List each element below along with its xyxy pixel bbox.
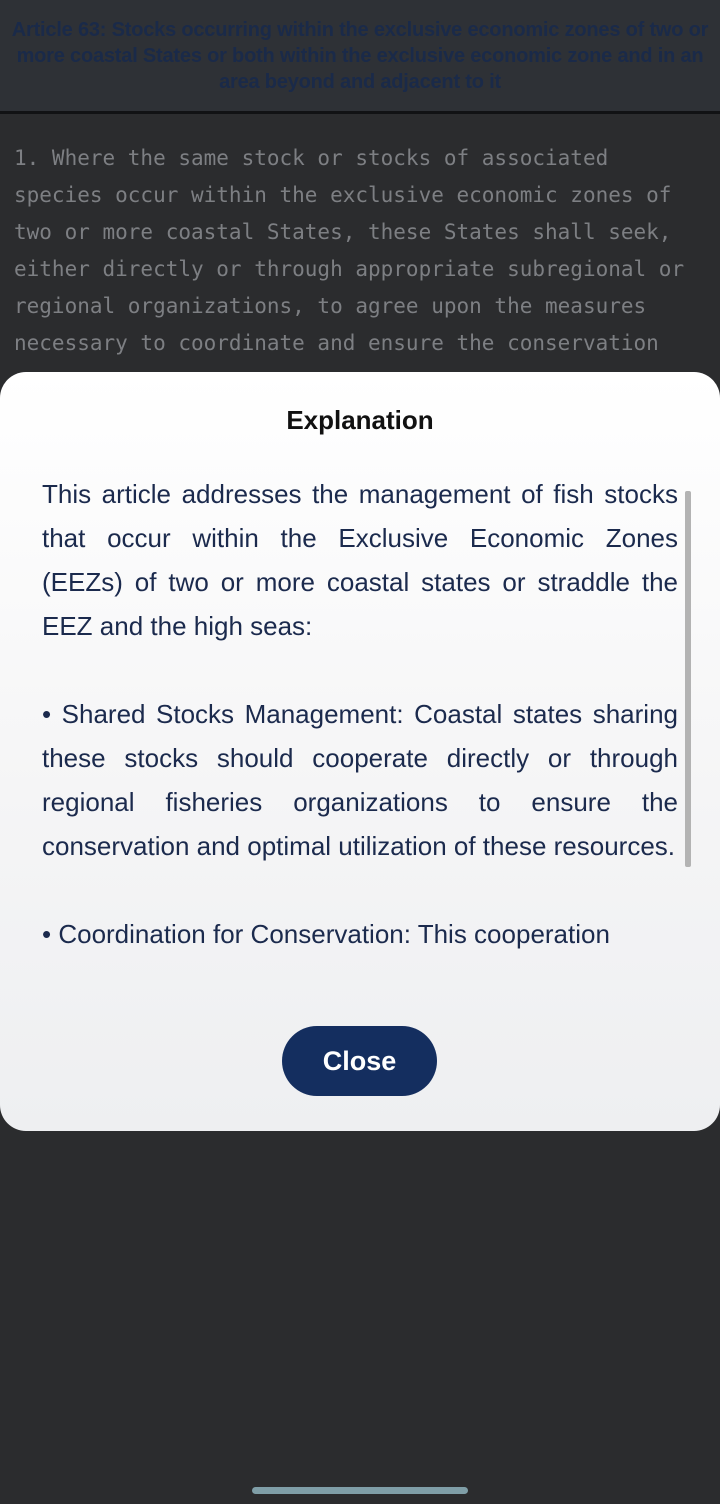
scrollbar-thumb[interactable] xyxy=(685,491,691,867)
explanation-bullet-coordination: • Coordination for Conservation: This co… xyxy=(42,919,610,949)
explanation-bullet-shared-stocks: • Shared Stocks Management: Coastal stat… xyxy=(42,699,678,861)
article-body-text: 1. Where the same stock or stocks of ass… xyxy=(14,146,685,355)
explanation-dialog: Explanation This article addresses the m… xyxy=(0,372,720,1131)
close-button[interactable]: Close xyxy=(282,1026,437,1096)
explanation-scroll-area[interactable]: This article addresses the management of… xyxy=(42,472,678,992)
article-header: Article 63: Stocks occurring within the … xyxy=(0,0,720,112)
header-divider xyxy=(0,111,720,114)
article-title: Article 63: Stocks occurring within the … xyxy=(11,19,709,93)
explanation-paragraph: This article addresses the management of… xyxy=(42,479,678,641)
dialog-title: Explanation xyxy=(286,405,434,435)
home-indicator[interactable] xyxy=(252,1487,468,1494)
